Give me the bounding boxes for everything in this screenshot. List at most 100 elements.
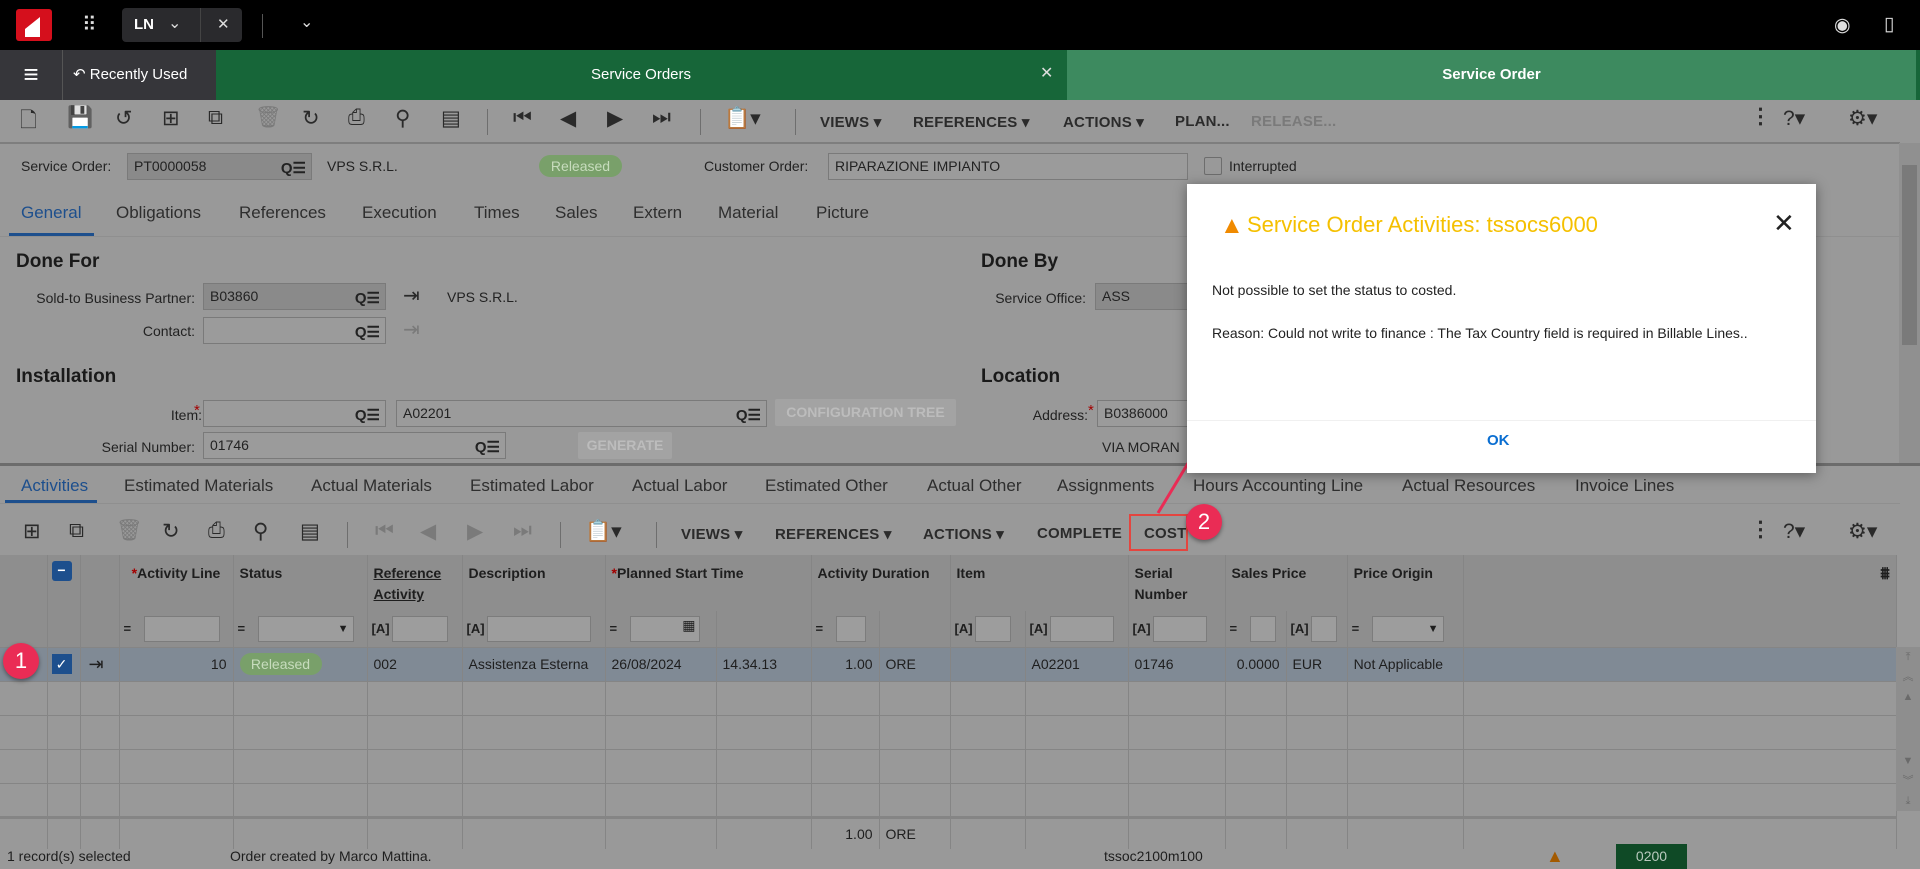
- filter-status-select[interactable]: ▼: [257, 615, 354, 642]
- help-icon[interactable]: ?▾: [1783, 106, 1805, 131]
- filter-operator[interactable]: =: [816, 621, 836, 636]
- select-all-checkbox[interactable]: −: [51, 561, 72, 581]
- service-order-field[interactable]: PT0000058 Q☰: [127, 153, 312, 180]
- tab-material[interactable]: Material: [718, 203, 778, 223]
- zoom-search-icon[interactable]: Q☰: [475, 435, 500, 460]
- tab-execution[interactable]: Execution: [362, 203, 437, 223]
- scroll-up-icon[interactable]: ▲: [1896, 687, 1920, 707]
- settings-icon[interactable]: ⚙▾: [1848, 519, 1877, 544]
- recently-used-button[interactable]: ↶ Recently Used: [62, 50, 216, 100]
- form-scrollbar[interactable]: [1899, 143, 1920, 463]
- hamburger-menu-icon[interactable]: ≡: [0, 50, 62, 100]
- filter-planned-start[interactable]: ▦: [629, 615, 700, 642]
- views-menu[interactable]: VIEWS ▾: [681, 525, 742, 543]
- calendar-icon[interactable]: ▦: [682, 617, 695, 633]
- zoom-search-icon[interactable]: Q☰: [355, 286, 380, 311]
- col-reference-activity[interactable]: Reference Activity: [367, 555, 463, 611]
- filter-serial[interactable]: [1152, 615, 1207, 642]
- calendar-menu-icon[interactable]: 📋▾: [724, 106, 761, 131]
- search-icon[interactable]: ⚲: [253, 519, 268, 544]
- tab-invoice-lines[interactable]: Invoice Lines: [1575, 476, 1674, 496]
- clear-filter-icon[interactable]: ⩩: [1880, 564, 1889, 583]
- ln-app-tab[interactable]: LN ⌄ ✕: [122, 8, 242, 42]
- plan-button[interactable]: PLAN...: [1175, 113, 1230, 130]
- item-field[interactable]: Q☰: [203, 400, 386, 427]
- filter-operator[interactable]: [A]: [955, 621, 975, 636]
- help-icon[interactable]: ?▾: [1783, 519, 1805, 544]
- filter-item[interactable]: [1049, 615, 1114, 642]
- col-activity-line[interactable]: *Activity Line: [119, 555, 234, 611]
- search-icon[interactable]: ⚲: [395, 106, 410, 131]
- filter-activity-line[interactable]: [143, 615, 220, 642]
- tab-actual-resources[interactable]: Actual Resources: [1402, 476, 1535, 496]
- item-code-field[interactable]: A02201 Q☰: [396, 400, 767, 427]
- views-menu[interactable]: VIEWS ▾: [820, 113, 881, 131]
- col-planned-start-time[interactable]: *Planned Start Time: [605, 555, 812, 611]
- navigate-icon[interactable]: ⇥: [80, 647, 120, 682]
- filter-operator[interactable]: =: [1352, 621, 1372, 636]
- sold-to-field[interactable]: B03860 Q☰: [203, 283, 386, 310]
- export-icon[interactable]: ▤: [441, 106, 461, 131]
- tab-obligations[interactable]: Obligations: [116, 203, 201, 223]
- scroll-top-icon[interactable]: ⤒: [1896, 647, 1920, 667]
- zoom-search-icon[interactable]: Q☰: [355, 403, 380, 428]
- filter-operator[interactable]: =: [238, 621, 258, 636]
- filter-price-origin-select[interactable]: ▼: [1371, 615, 1444, 642]
- tab-service-orders[interactable]: Service Orders: [216, 50, 1066, 100]
- export-icon[interactable]: ▤: [300, 519, 320, 544]
- filter-duration[interactable]: [835, 615, 866, 642]
- filter-sales-price[interactable]: [1249, 615, 1276, 642]
- tab-picture[interactable]: Picture: [816, 203, 869, 223]
- zoom-search-icon[interactable]: Q☰: [736, 403, 761, 428]
- actions-menu[interactable]: ACTIONS ▾: [923, 525, 1004, 543]
- tab-activities[interactable]: Activities: [21, 476, 88, 496]
- chevron-down-icon[interactable]: ⌄: [300, 12, 313, 32]
- filter-description[interactable]: [486, 615, 591, 642]
- filter-operator[interactable]: =: [124, 621, 144, 636]
- delete-icon[interactable]: 🗑: [116, 519, 143, 543]
- tab-sales[interactable]: Sales: [555, 203, 598, 223]
- tab-assignments[interactable]: Assignments: [1057, 476, 1154, 496]
- col-item[interactable]: Item: [950, 555, 1129, 611]
- filter-currency[interactable]: [1310, 615, 1337, 642]
- tab-estimated-labor[interactable]: Estimated Labor: [470, 476, 594, 496]
- row-checkbox[interactable]: ✓: [51, 654, 72, 674]
- tab-times[interactable]: Times: [474, 203, 520, 223]
- references-menu[interactable]: REFERENCES ▾: [775, 525, 892, 543]
- app-grid-icon[interactable]: ⠿: [82, 12, 97, 37]
- last-record-icon[interactable]: ⏭: [652, 106, 671, 130]
- first-record-icon[interactable]: ⏮: [513, 106, 532, 130]
- complete-button[interactable]: COMPLETE: [1037, 525, 1122, 542]
- filter-item-project[interactable]: [974, 615, 1011, 642]
- filter-operator[interactable]: =: [610, 621, 630, 636]
- filter-operator[interactable]: [A]: [1291, 621, 1311, 636]
- close-tab-icon[interactable]: ✕: [1040, 63, 1053, 83]
- references-menu[interactable]: REFERENCES ▾: [913, 113, 1030, 131]
- col-price-origin[interactable]: Price Origin: [1347, 555, 1464, 611]
- close-icon[interactable]: ✕: [217, 15, 230, 33]
- grid-scrollbar[interactable]: ⤒ ︽ ▲ ▼ ︾ ⤓: [1896, 647, 1920, 811]
- more-options-icon[interactable]: ⋮: [1750, 517, 1771, 542]
- new-record-icon[interactable]: ⊞: [162, 106, 180, 131]
- col-description[interactable]: Description: [462, 555, 606, 611]
- col-sales-price[interactable]: Sales Price: [1225, 555, 1348, 611]
- next-record-icon[interactable]: ▶: [607, 106, 623, 131]
- more-options-icon[interactable]: ⋮: [1750, 104, 1771, 129]
- scroll-down-icon[interactable]: ▼: [1896, 751, 1920, 771]
- col-status[interactable]: Status: [233, 555, 368, 611]
- tab-service-order[interactable]: Service Order: [1067, 50, 1916, 100]
- duplicate-icon[interactable]: ⧉: [208, 106, 223, 130]
- filter-operator[interactable]: [A]: [1133, 621, 1153, 636]
- release-button[interactable]: RELEASE...: [1251, 113, 1336, 130]
- filter-operator[interactable]: [A]: [1030, 621, 1050, 636]
- col-serial-number[interactable]: Serial Number: [1128, 555, 1226, 611]
- configuration-tree-button[interactable]: CONFIGURATION TREE: [775, 399, 956, 426]
- delete-icon[interactable]: 🗑: [255, 106, 282, 130]
- discard-icon[interactable]: 🗋: [20, 106, 37, 141]
- first-record-icon[interactable]: ⏮: [375, 519, 394, 543]
- tab-actual-materials[interactable]: Actual Materials: [311, 476, 432, 496]
- next-record-icon[interactable]: ▶: [467, 519, 483, 544]
- new-record-icon[interactable]: ⊞: [23, 519, 41, 544]
- settings-icon[interactable]: ⚙▾: [1848, 106, 1877, 131]
- tab-actual-other[interactable]: Actual Other: [927, 476, 1022, 496]
